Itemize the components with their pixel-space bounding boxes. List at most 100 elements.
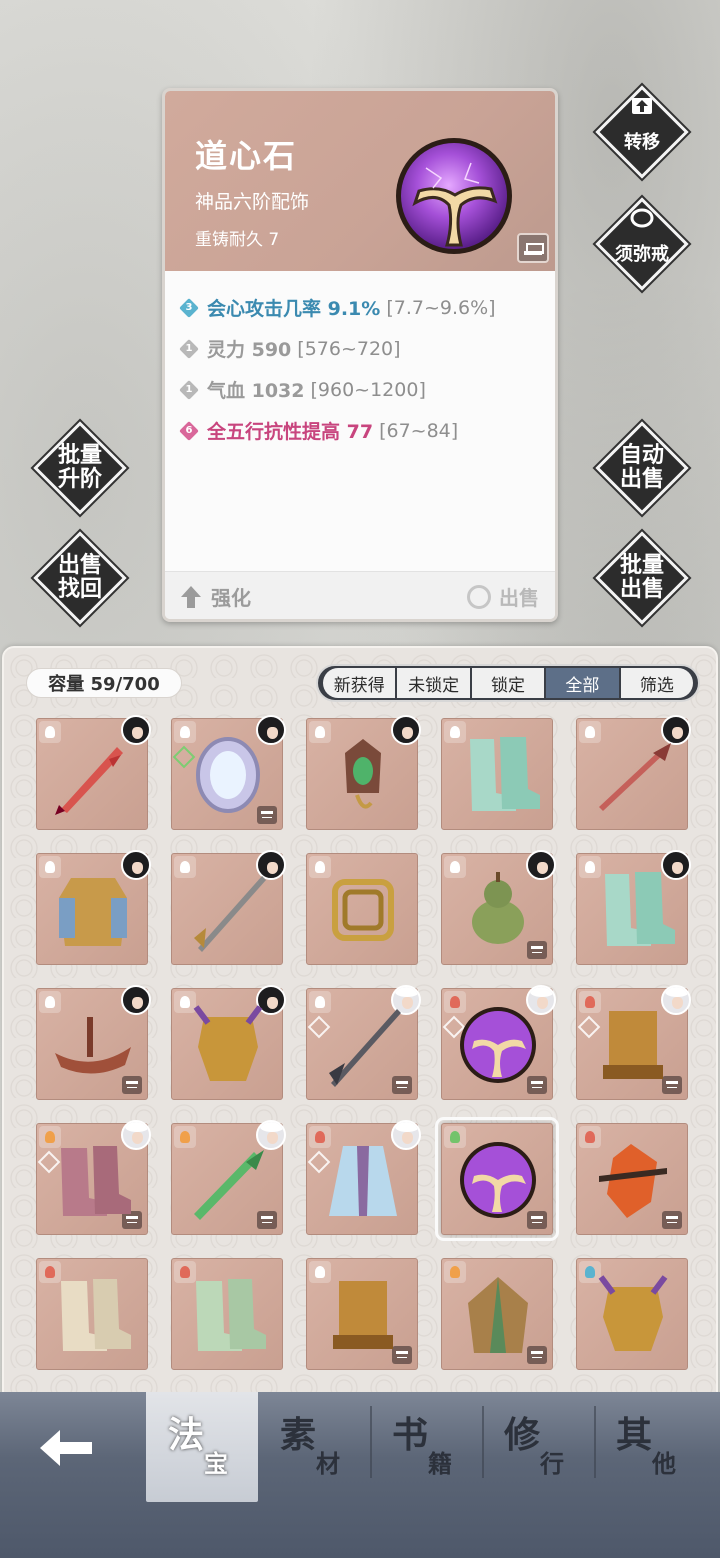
filter-all[interactable]: 全部 <box>546 668 619 698</box>
item-slot[interactable] <box>306 715 421 830</box>
ring-icon <box>630 208 654 228</box>
item-slot[interactable] <box>306 1258 418 1370</box>
batch-sell-button[interactable]: 批量出售 <box>598 534 686 622</box>
item-slot[interactable] <box>441 850 556 965</box>
item-header: 道心石 神品六阶配饰 重铸耐久 7 <box>165 91 555 271</box>
tab-books[interactable]: 书 籍 <box>370 1392 482 1502</box>
attribute-label: 会心攻击几率 9.1% <box>207 298 381 320</box>
attribute-range: [7.7~9.6%] <box>386 296 496 319</box>
sell-label: 出售 <box>499 586 539 610</box>
item-slot[interactable] <box>306 985 421 1100</box>
feather-cloak-icon <box>468 1277 528 1353</box>
batch-sell-label: 批量出售 <box>619 553 664 602</box>
item-slot[interactable] <box>171 985 286 1100</box>
purple-orb-artwork <box>396 138 512 254</box>
attribute-range: [576~720] <box>297 337 401 360</box>
spear-icon <box>194 876 266 952</box>
dark-spear-icon <box>329 1009 401 1087</box>
item-grade: 神品六阶配饰 <box>195 191 310 213</box>
batch-upgrade-button[interactable]: 批量升阶 <box>36 424 124 512</box>
item-slot[interactable] <box>171 1258 283 1370</box>
jade-sword-icon <box>194 1150 264 1220</box>
back-arrow-icon[interactable] <box>36 1426 96 1470</box>
gold-seal-icon <box>333 1281 393 1349</box>
filter-new[interactable]: 新获得 <box>323 668 396 698</box>
filter-screen[interactable]: 筛选 <box>620 668 694 698</box>
filter-unlocked[interactable]: 未锁定 <box>397 668 470 698</box>
ivory-boots-icon <box>61 1279 131 1351</box>
demon-mask-armor-icon <box>193 1005 263 1081</box>
teal-boots-icon <box>605 872 675 946</box>
filter-bar: 新获得 未锁定 锁定 全部 筛选 <box>316 664 700 702</box>
attribute-row: 3 会心攻击几率 9.1% [7.7~9.6%] <box>179 287 549 328</box>
ice-robe-icon <box>329 1146 397 1216</box>
tab-treasure[interactable]: 法 宝 <box>146 1392 258 1502</box>
item-slot[interactable] <box>36 850 151 965</box>
item-grid <box>36 715 696 1370</box>
item-slot[interactable] <box>171 1120 286 1235</box>
item-detail-card: 道心石 神品六阶配饰 重铸耐久 7 3 会心攻击几率 9.1% [7.7~9.6… <box>162 88 558 622</box>
item-slot-selected[interactable] <box>435 1117 559 1241</box>
purple-orb-icon <box>460 1142 536 1218</box>
vest-armor-icon <box>59 878 127 946</box>
attribute-range: [67~84] <box>379 419 459 442</box>
diamond-level-icon: 6 <box>179 421 199 441</box>
strengthen-button[interactable]: 强化 <box>181 582 251 611</box>
item-slot[interactable] <box>171 715 286 830</box>
attribute-list: 3 会心攻击几率 9.1% [7.7~9.6%] 1 灵力 590 [576~7… <box>179 287 549 451</box>
tab-materials[interactable]: 素 材 <box>258 1392 370 1502</box>
coin-icon <box>467 584 491 609</box>
item-slot[interactable] <box>576 985 691 1100</box>
item-slot[interactable] <box>36 985 151 1100</box>
attribute-label: 气血 1032 <box>207 380 305 402</box>
diamond-level-icon: 1 <box>179 380 199 400</box>
item-slot[interactable] <box>576 850 691 965</box>
diamond-level-icon: 1 <box>179 339 199 359</box>
capacity-display: 容量 59/700 <box>26 668 182 698</box>
strengthen-label: 强化 <box>211 586 251 610</box>
item-slot[interactable] <box>306 1120 421 1235</box>
inventory-panel: 容量 59/700 新获得 未锁定 锁定 全部 筛选 <box>2 646 718 1406</box>
attribute-row: 1 气血 1032 [960~1200] <box>179 369 549 410</box>
jade-pouch-icon <box>345 739 381 809</box>
attribute-label: 灵力 590 <box>207 339 292 361</box>
lock-toggle-button[interactable] <box>517 233 549 263</box>
tab-cultivation[interactable]: 修 行 <box>482 1392 594 1502</box>
sell-button[interactable]: 出售 <box>467 582 539 611</box>
item-slot[interactable] <box>441 985 556 1100</box>
red-sword-icon <box>55 747 123 815</box>
crystal-mirror-icon <box>196 737 260 813</box>
sell-recover-label: 出售找回 <box>57 553 102 602</box>
item-slot[interactable] <box>576 1258 688 1370</box>
item-slot[interactable] <box>576 715 691 830</box>
auto-sell-label: 自动出售 <box>619 443 664 492</box>
gold-seal-icon <box>603 1011 663 1079</box>
item-durability: 重铸耐久 7 <box>195 230 280 250</box>
card-actions: 强化 出售 <box>165 571 555 619</box>
purple-orb-icon <box>460 1007 536 1083</box>
item-name: 道心石 <box>195 137 298 175</box>
teal-boots-icon <box>470 737 540 811</box>
filter-locked[interactable]: 锁定 <box>471 668 545 698</box>
gourd-charm-icon <box>472 872 524 944</box>
item-slot[interactable] <box>36 1120 151 1235</box>
item-slot[interactable] <box>171 850 286 965</box>
sell-recover-button[interactable]: 出售找回 <box>36 534 124 622</box>
item-slot[interactable] <box>36 715 151 830</box>
item-slot[interactable] <box>36 1258 148 1370</box>
tab-others[interactable]: 其 他 <box>594 1392 706 1502</box>
ring-button[interactable]: 须弥戒 <box>598 200 686 288</box>
flame-crystal-icon <box>599 1144 667 1218</box>
transfer-button[interactable]: 转移 <box>598 88 686 176</box>
dragon-boat-icon <box>55 1017 131 1074</box>
item-slot[interactable] <box>306 853 418 965</box>
gold-coil-icon <box>332 879 394 941</box>
upload-arrow-icon <box>632 98 652 114</box>
auto-sell-button[interactable]: 自动出售 <box>598 424 686 512</box>
attribute-row: 6 全五行抗性提高 77 [67~84] <box>179 410 549 451</box>
item-slot[interactable] <box>576 1123 688 1235</box>
item-slot[interactable] <box>441 718 553 830</box>
pink-boots-icon <box>61 1146 131 1216</box>
item-slot[interactable] <box>441 1258 553 1370</box>
bottom-navigation: 法 宝 素 材 书 籍 修 行 其 他 <box>0 1392 720 1558</box>
